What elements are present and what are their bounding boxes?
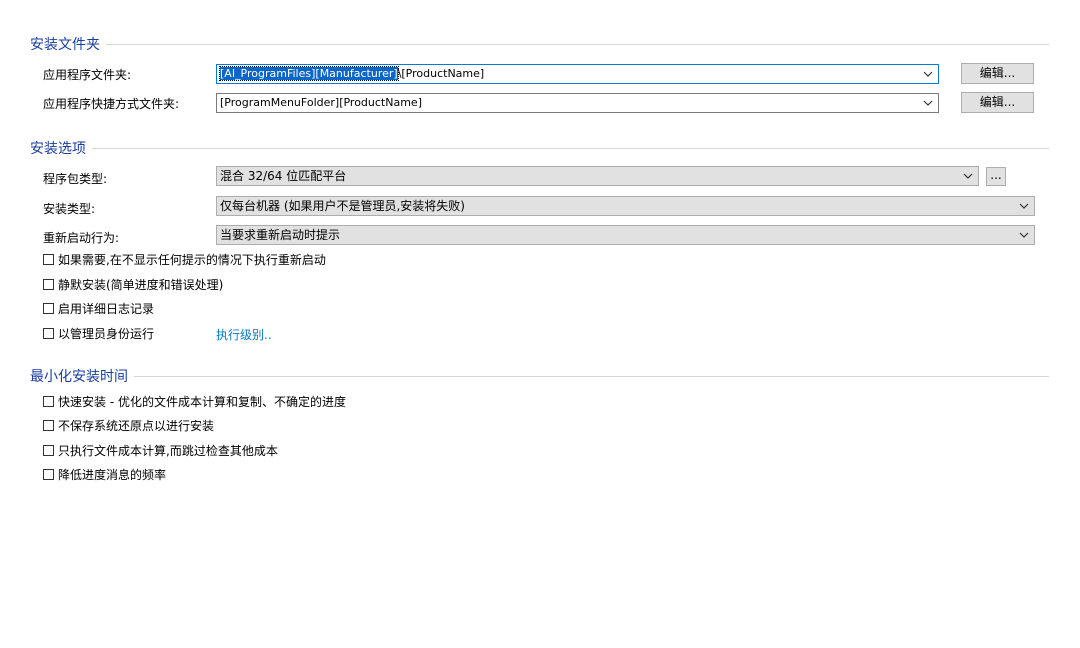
section-title: 安装选项 — [30, 138, 92, 158]
install-type-value: 仅每台机器 (如果用户不是管理员,安装将失败) — [220, 199, 465, 213]
shortcut-folder-value: [ProgramMenuFolder][ProductName] — [220, 96, 422, 109]
checkbox-box[interactable] — [43, 469, 54, 480]
shortcut-folder-combobox[interactable]: [ProgramMenuFolder][ProductName] — [216, 93, 939, 113]
checkbox-label: 不保存系统还原点以进行安装 — [58, 419, 215, 433]
package-type-more-button[interactable]: ... — [986, 167, 1006, 186]
checkbox-box[interactable] — [43, 445, 54, 456]
package-type-label: 程序包类型: — [43, 172, 108, 186]
checkbox-box[interactable] — [43, 396, 54, 407]
shortcut-folder-label: 应用程序快捷方式文件夹: — [43, 97, 180, 111]
install-options-section: 安装选项 — [30, 138, 1049, 158]
checkbox-box[interactable] — [43, 420, 54, 431]
section-divider — [30, 44, 1049, 45]
app-folder-combobox[interactable]: [AI_ProgramFiles][Manufacturer]\[Product… — [216, 64, 939, 84]
chevron-down-icon[interactable] — [921, 94, 935, 112]
checkbox-label: 快速安装 - 优化的文件成本计算和复制、不确定的进度 — [58, 395, 346, 409]
section-divider — [30, 148, 1049, 149]
checkbox-label: 如果需要,在不显示任何提示的情况下执行重新启动 — [58, 253, 326, 267]
checkbox-label: 静默安装(简单进度和错误处理) — [58, 278, 224, 292]
app-folder-rest-text: \[ProductName] — [397, 67, 485, 80]
section-title: 最小化安装时间 — [30, 366, 134, 386]
checkbox-box[interactable] — [43, 328, 54, 339]
checkbox-label: 以管理员身份运行 — [58, 327, 155, 341]
checkbox-label: 启用详细日志记录 — [58, 302, 155, 316]
section-title: 安装文件夹 — [30, 34, 106, 54]
app-folder-label: 应用程序文件夹: — [43, 68, 132, 82]
app-folder-selected-text: [AI_ProgramFiles][Manufacturer] — [219, 66, 399, 81]
execution-level-link[interactable]: 执行级别.. — [216, 326, 272, 343]
edit-shortcut-folder-button[interactable]: 编辑... — [961, 92, 1034, 113]
checkbox-label: 只执行文件成本计算,而跳过检查其他成本 — [58, 444, 278, 458]
chevron-down-icon[interactable] — [1017, 226, 1031, 244]
package-type-dropdown[interactable]: 混合 32/64 位匹配平台 — [216, 166, 979, 186]
checkbox-label: 降低进度消息的频率 — [58, 468, 167, 482]
checkbox-box[interactable] — [43, 279, 54, 290]
install-folders-section: 安装文件夹 — [30, 34, 1049, 54]
reboot-behavior-value: 当要求重新启动时提示 — [220, 228, 341, 242]
install-type-dropdown[interactable]: 仅每台机器 (如果用户不是管理员,安装将失败) — [216, 196, 1035, 216]
checkbox-box[interactable] — [43, 254, 54, 265]
package-type-value: 混合 32/64 位匹配平台 — [220, 169, 347, 183]
chevron-down-icon[interactable] — [1017, 197, 1031, 215]
chevron-down-icon[interactable] — [961, 167, 975, 185]
section-divider — [30, 376, 1049, 377]
minimize-install-time-section: 最小化安装时间 — [30, 366, 1049, 386]
edit-app-folder-button[interactable]: 编辑... — [961, 63, 1034, 84]
install-type-label: 安装类型: — [43, 202, 96, 216]
chevron-down-icon[interactable] — [921, 65, 935, 83]
checkbox-box[interactable] — [43, 303, 54, 314]
reboot-behavior-dropdown[interactable]: 当要求重新启动时提示 — [216, 225, 1035, 245]
reboot-behavior-label: 重新启动行为: — [43, 231, 120, 245]
